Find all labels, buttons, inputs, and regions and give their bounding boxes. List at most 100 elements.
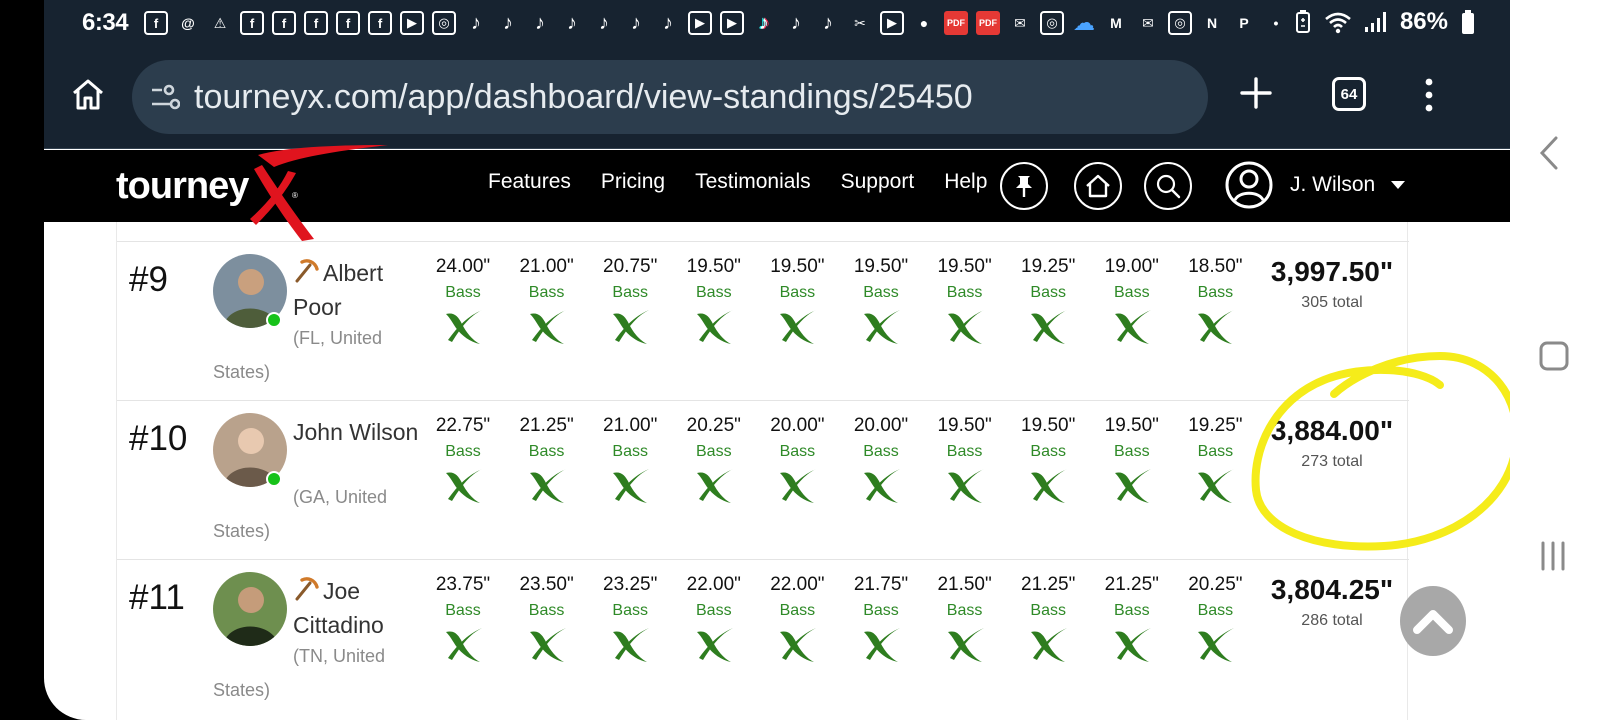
pdf-icon: PDF <box>944 11 968 35</box>
angler-avatar[interactable] <box>213 572 287 646</box>
catch-verified-x-icon <box>512 465 582 505</box>
catch-entry[interactable]: 19.50" Bass <box>762 256 832 346</box>
catch-species: Bass <box>863 443 899 460</box>
battery-icon <box>1462 10 1474 34</box>
tiktok-icon: ♪ <box>503 11 513 34</box>
nav-link-help[interactable]: Help <box>944 170 987 194</box>
catch-verified-x-icon <box>762 624 832 664</box>
catch-verified-x-icon <box>1180 465 1250 505</box>
angler-name-block[interactable]: Albert Poor <box>293 256 423 324</box>
catch-entry[interactable]: 23.50" Bass <box>512 574 582 664</box>
total-block: 3,884.00" 273 total <box>1257 415 1407 471</box>
catch-entry[interactable]: 20.25" Bass <box>1180 574 1250 664</box>
angler-name-block[interactable]: John Wilson <box>293 415 423 449</box>
catch-entry[interactable]: 22.00" Bass <box>679 574 749 664</box>
total-length: 3,997.50" <box>1270 256 1394 287</box>
nav-link-testimonials[interactable]: Testimonials <box>695 170 811 194</box>
site-home-button[interactable] <box>1074 162 1122 210</box>
catch-entry[interactable]: 19.50" Bass <box>679 256 749 346</box>
catch-species: Bass <box>1030 443 1066 460</box>
catch-species: Bass <box>1197 602 1234 619</box>
square-icon <box>1539 341 1569 371</box>
catch-entry[interactable]: 21.25" Bass <box>1097 574 1167 664</box>
catch-entry[interactable]: 19.50" Bass <box>930 256 1000 346</box>
catch-entry[interactable]: 21.00" Bass <box>595 415 665 505</box>
catch-entry[interactable]: 19.25" Bass <box>1013 256 1083 346</box>
catch-entry[interactable]: 19.00" Bass <box>1097 256 1167 346</box>
catch-entry[interactable]: 19.25" Bass <box>1180 415 1250 505</box>
catch-entry[interactable]: 19.50" Bass <box>846 256 916 346</box>
catch-length: 20.00" <box>853 415 909 436</box>
new-tab-button[interactable] <box>1236 73 1276 118</box>
nav-link-pricing[interactable]: Pricing <box>601 170 665 194</box>
catch-entry[interactable]: 21.75" Bass <box>846 574 916 664</box>
pickaxe-badge-icon <box>295 259 319 283</box>
catch-verified-x-icon <box>762 306 832 346</box>
nav-link-features[interactable]: Features <box>488 170 571 194</box>
catch-entry[interactable]: 21.25" Bass <box>1013 574 1083 664</box>
site-search-button[interactable] <box>1144 162 1192 210</box>
pin-button[interactable] <box>1000 162 1048 210</box>
catch-verified-x-icon <box>1180 306 1250 346</box>
catch-length: 19.00" <box>1104 256 1159 277</box>
catch-species: Bass <box>528 602 565 619</box>
pickaxe-badge-icon <box>295 577 319 601</box>
scroll-to-top-button[interactable] <box>1400 586 1466 656</box>
catch-species: Bass <box>1114 284 1150 301</box>
recents-lines-icon <box>1541 541 1565 571</box>
caret-down-icon <box>1391 181 1406 189</box>
system-back-button[interactable] <box>1538 135 1560 176</box>
catch-entry[interactable]: 22.75" Bass <box>428 415 498 505</box>
standing-row[interactable]: #9 Albert Poor (FL, United States) 24.00" Bas… <box>117 241 1409 401</box>
catch-entry[interactable]: 19.50" Bass <box>1013 415 1083 505</box>
catch-entry[interactable]: 20.00" Bass <box>846 415 916 505</box>
registered-mark-icon: ® <box>292 191 298 200</box>
catch-verified-x-icon <box>846 465 916 505</box>
phone-screen: 6:34 f @ ⚠ f f f f f ▶ ◎ ♪ ♪ ♪ ♪ ♪ ♪ ♪ ▶ ▶ ♪ ♪ ♪ ✂ ▶ ● PDF PDF ✉ ◎ ☁ M… <box>44 0 1510 720</box>
total-block: 3,804.25" 286 total <box>1257 574 1407 630</box>
angler-name-block[interactable]: Joe Cittadino <box>293 574 423 642</box>
tiktok-icon: ♪ <box>631 11 641 34</box>
catch-entry[interactable]: 20.00" Bass <box>762 415 832 505</box>
catch-verified-x-icon <box>930 306 1000 346</box>
rank-label: #9 <box>129 260 168 299</box>
system-navigation-bar <box>1510 0 1600 720</box>
catch-entry[interactable]: 21.00" Bass <box>512 256 582 346</box>
facebook-icon: f <box>144 11 168 35</box>
catch-entry[interactable]: 24.00" Bass <box>428 256 498 346</box>
more-vertical-icon <box>1425 78 1433 112</box>
youtube-icon: ▶ <box>688 11 712 35</box>
browser-menu-button[interactable] <box>1422 76 1436 119</box>
instagram-icon: ◎ <box>1168 11 1192 35</box>
catch-entry[interactable]: 22.00" Bass <box>762 574 832 664</box>
catch-entry[interactable]: 21.50" Bass <box>930 574 1000 664</box>
user-menu[interactable]: J. Wilson <box>1224 160 1406 210</box>
catch-verified-x-icon <box>1097 624 1167 664</box>
catch-species: Bass <box>528 443 565 460</box>
standing-row[interactable]: #10 John Wilson (GA, United States) 22.75" Ba… <box>117 400 1409 560</box>
address-bar[interactable]: tourneyx.com/app/dashboard/view-standing… <box>132 60 1208 134</box>
tab-switcher-button[interactable]: 64 <box>1332 77 1366 111</box>
catch-verified-x-icon <box>512 624 582 664</box>
browser-home-button[interactable] <box>70 76 106 117</box>
system-home-button[interactable] <box>1538 340 1570 377</box>
threads-icon: @ <box>181 15 195 31</box>
angler-location: (TN, United <box>293 646 386 666</box>
catch-verified-x-icon <box>1180 624 1250 664</box>
catch-verified-x-icon <box>428 465 498 505</box>
catch-entry[interactable]: 23.25" Bass <box>595 574 665 664</box>
catch-entry[interactable]: 23.75" Bass <box>428 574 498 664</box>
catch-entry[interactable]: 20.25" Bass <box>679 415 749 505</box>
site-settings-icon[interactable] <box>150 84 180 110</box>
nav-link-support[interactable]: Support <box>841 170 915 194</box>
catch-entry[interactable]: 21.25" Bass <box>512 415 582 505</box>
tourneyx-logo[interactable]: tourney ® <box>116 145 388 245</box>
total-count: 273 total <box>1301 453 1363 470</box>
catch-entry[interactable]: 18.50" Bass <box>1180 256 1250 346</box>
catch-entry[interactable]: 19.50" Bass <box>1097 415 1167 505</box>
catch-entry[interactable]: 19.50" Bass <box>930 415 1000 505</box>
catch-entry[interactable]: 20.75" Bass <box>595 256 665 346</box>
total-count: 305 total <box>1301 294 1363 311</box>
system-recents-button[interactable] <box>1538 540 1568 577</box>
standing-row[interactable]: #11 Joe Cittadino (TN, United States) 23.75"… <box>117 559 1409 719</box>
